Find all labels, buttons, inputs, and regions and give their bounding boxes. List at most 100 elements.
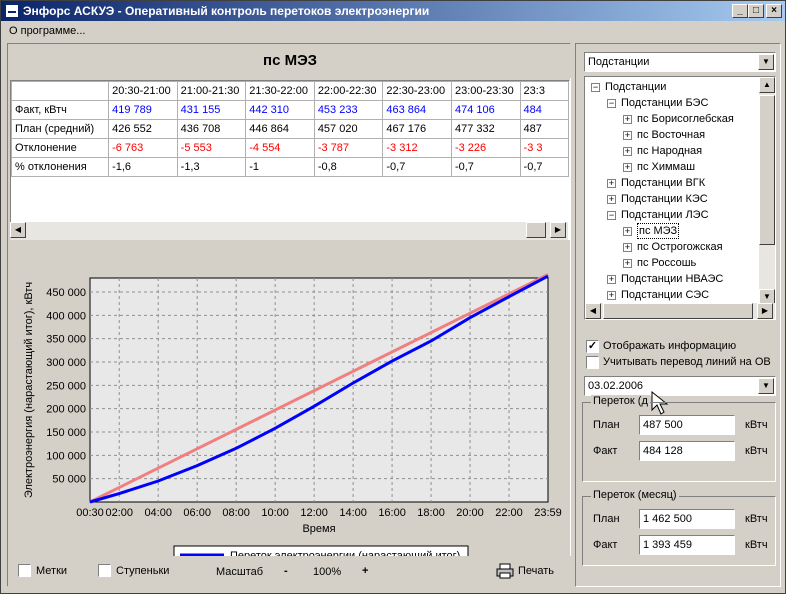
tree-item-label: пс Борисоглебская bbox=[637, 113, 734, 125]
grid-cell[interactable]: 487 bbox=[519, 119, 569, 139]
grid-cell[interactable]: 446 864 bbox=[245, 119, 315, 139]
chevron-down-icon[interactable]: ▼ bbox=[758, 378, 774, 394]
row-header[interactable]: План (средний) bbox=[11, 119, 110, 139]
grid-cell[interactable]: 463 864 bbox=[382, 100, 452, 120]
date-picker[interactable]: 03.02.2006 ▼ bbox=[584, 376, 776, 396]
grid-col-header[interactable]: 22:00-22:30 bbox=[313, 81, 384, 101]
grid-cell[interactable]: 484 bbox=[519, 100, 569, 120]
grid-row-percent: % отклонения -1,6 -1,3 -1 -0,8 -0,7 -0,7… bbox=[11, 157, 569, 177]
grid-col-header[interactable]: 22:30-23:00 bbox=[382, 81, 452, 101]
grid-horizontal-scrollbar[interactable]: ◀ ▶ bbox=[10, 222, 568, 240]
y-tick-label: 300 000 bbox=[46, 357, 86, 369]
y-tick-label: 100 000 bbox=[46, 450, 86, 462]
grid-cell[interactable]: -1,3 bbox=[176, 157, 247, 177]
grid-cell[interactable]: -0,7 bbox=[382, 157, 452, 177]
scroll-up-icon[interactable]: ▲ bbox=[759, 77, 775, 93]
grid-cell[interactable]: -5 553 bbox=[176, 138, 247, 158]
expand-icon[interactable]: + bbox=[607, 291, 616, 300]
day-plan-field[interactable]: 487 500 bbox=[639, 415, 735, 435]
grid-col-header[interactable]: 23:00-23:30 bbox=[450, 81, 521, 101]
window-title: Энфорс АСКУЭ - Оперативный контроль пере… bbox=[23, 4, 430, 18]
grid-cell[interactable]: 457 020 bbox=[313, 119, 384, 139]
row-header[interactable]: Отклонение bbox=[11, 138, 110, 158]
show-info-checkbox[interactable]: ✓ bbox=[586, 340, 599, 353]
tree-horizontal-scrollbar[interactable]: ◀ ▶ bbox=[585, 303, 775, 319]
grid-cell[interactable]: 467 176 bbox=[382, 119, 452, 139]
grid-cell[interactable]: 477 332 bbox=[450, 119, 521, 139]
grid-col-header[interactable]: 21:00-21:30 bbox=[176, 81, 247, 101]
scale-minus-button[interactable]: - bbox=[284, 565, 288, 577]
grid-cell[interactable]: -0,7 bbox=[450, 157, 521, 177]
grid-cell[interactable]: 453 233 bbox=[313, 100, 384, 120]
grid-col-header[interactable]: 23:3 bbox=[519, 81, 569, 101]
grid-cell[interactable]: -0,7 bbox=[519, 157, 569, 177]
expand-icon[interactable]: + bbox=[623, 227, 632, 236]
collapse-icon[interactable]: − bbox=[591, 83, 600, 92]
grid-col-header[interactable]: 20:30-21:00 bbox=[108, 81, 178, 101]
expand-icon[interactable]: + bbox=[607, 275, 616, 284]
minimize-button[interactable]: _ bbox=[732, 4, 748, 18]
expand-icon[interactable]: + bbox=[623, 259, 632, 268]
tree-item-label: Подстанции БЭС bbox=[621, 97, 709, 109]
scroll-right-icon[interactable]: ▶ bbox=[757, 303, 773, 319]
show-info-label: Отображать информацию bbox=[603, 340, 737, 352]
expand-icon[interactable]: + bbox=[623, 163, 632, 172]
expand-icon[interactable]: + bbox=[607, 195, 616, 204]
scale-plus-button[interactable]: + bbox=[362, 565, 368, 577]
grid-cell[interactable]: -3 312 bbox=[382, 138, 452, 158]
grid-cell[interactable]: -3 226 bbox=[450, 138, 521, 158]
expand-icon[interactable]: + bbox=[623, 131, 632, 140]
scroll-thumb[interactable] bbox=[526, 222, 546, 238]
grid-col-header[interactable]: 21:30-22:00 bbox=[245, 81, 315, 101]
scroll-left-icon[interactable]: ◀ bbox=[10, 222, 26, 238]
menu-about[interactable]: О программе... bbox=[9, 25, 85, 37]
scroll-right-icon[interactable]: ▶ bbox=[550, 222, 566, 238]
account-transfer-checkbox[interactable] bbox=[586, 356, 599, 369]
grid-cell[interactable]: 436 708 bbox=[176, 119, 247, 139]
tree-item-label: Подстанции НВАЭС bbox=[621, 273, 724, 285]
printer-icon bbox=[496, 563, 514, 579]
title-bar[interactable]: Энфорс АСКУЭ - Оперативный контроль пере… bbox=[1, 1, 785, 21]
row-header[interactable]: % отклонения bbox=[11, 157, 110, 177]
object-type-select[interactable]: Подстанции ▼ bbox=[584, 52, 776, 72]
grid-cell[interactable]: -6 763 bbox=[108, 138, 178, 158]
grid-cell[interactable]: -3 3 bbox=[519, 138, 569, 158]
expand-icon[interactable]: + bbox=[623, 115, 632, 124]
collapse-icon[interactable]: − bbox=[607, 99, 616, 108]
day-transfer-group: Переток (д План 487 500 кВтч Факт 484 12… bbox=[582, 395, 776, 482]
day-fact-field[interactable]: 484 128 bbox=[639, 441, 735, 461]
expand-icon[interactable]: + bbox=[607, 179, 616, 188]
marks-checkbox[interactable] bbox=[18, 564, 31, 577]
grid-cell[interactable]: 431 155 bbox=[176, 100, 247, 120]
x-tick-label: 22:00 bbox=[495, 507, 523, 519]
maximize-button[interactable]: □ bbox=[748, 4, 764, 18]
substation-tree[interactable]: − Подстанции − Подстанции БЭС + пс Борисоглеб… bbox=[584, 76, 776, 320]
close-button[interactable]: × bbox=[766, 4, 782, 18]
chevron-down-icon[interactable]: ▼ bbox=[758, 54, 774, 70]
expand-icon[interactable]: + bbox=[623, 147, 632, 156]
grid-cell[interactable]: -4 554 bbox=[245, 138, 315, 158]
scroll-left-icon[interactable]: ◀ bbox=[585, 303, 601, 319]
tree-scroll-thumb[interactable] bbox=[759, 95, 775, 245]
grid-cell[interactable]: 442 310 bbox=[245, 100, 315, 120]
grid-table: 20:30-21:00 21:00-21:30 21:30-22:00 22:0… bbox=[11, 81, 569, 177]
data-grid[interactable]: 20:30-21:00 21:00-21:30 21:30-22:00 22:0… bbox=[10, 80, 570, 240]
tree-hscroll-thumb[interactable] bbox=[603, 303, 753, 319]
grid-cell[interactable]: -1,6 bbox=[108, 157, 178, 177]
grid-cell[interactable]: 426 552 bbox=[108, 119, 178, 139]
month-plan-field[interactable]: 1 462 500 bbox=[639, 509, 735, 529]
expand-icon[interactable]: + bbox=[623, 243, 632, 252]
steps-checkbox[interactable] bbox=[98, 564, 111, 577]
grid-cell[interactable]: -0,8 bbox=[313, 157, 384, 177]
grid-cell[interactable]: -1 bbox=[245, 157, 315, 177]
print-button[interactable]: Печать bbox=[492, 560, 558, 582]
month-fact-field[interactable]: 1 393 459 bbox=[639, 535, 735, 555]
row-header[interactable]: Факт, кВтч bbox=[11, 100, 110, 120]
grid-cell[interactable]: -3 787 bbox=[313, 138, 384, 158]
tree-vertical-scrollbar[interactable]: ▲ ▼ bbox=[759, 77, 775, 305]
grid-cell[interactable]: 474 106 bbox=[450, 100, 521, 120]
collapse-icon[interactable]: − bbox=[607, 211, 616, 220]
grid-cell[interactable]: 419 789 bbox=[108, 100, 178, 120]
month-fact-unit: кВтч bbox=[745, 539, 768, 551]
y-tick-label: 350 000 bbox=[46, 334, 86, 346]
